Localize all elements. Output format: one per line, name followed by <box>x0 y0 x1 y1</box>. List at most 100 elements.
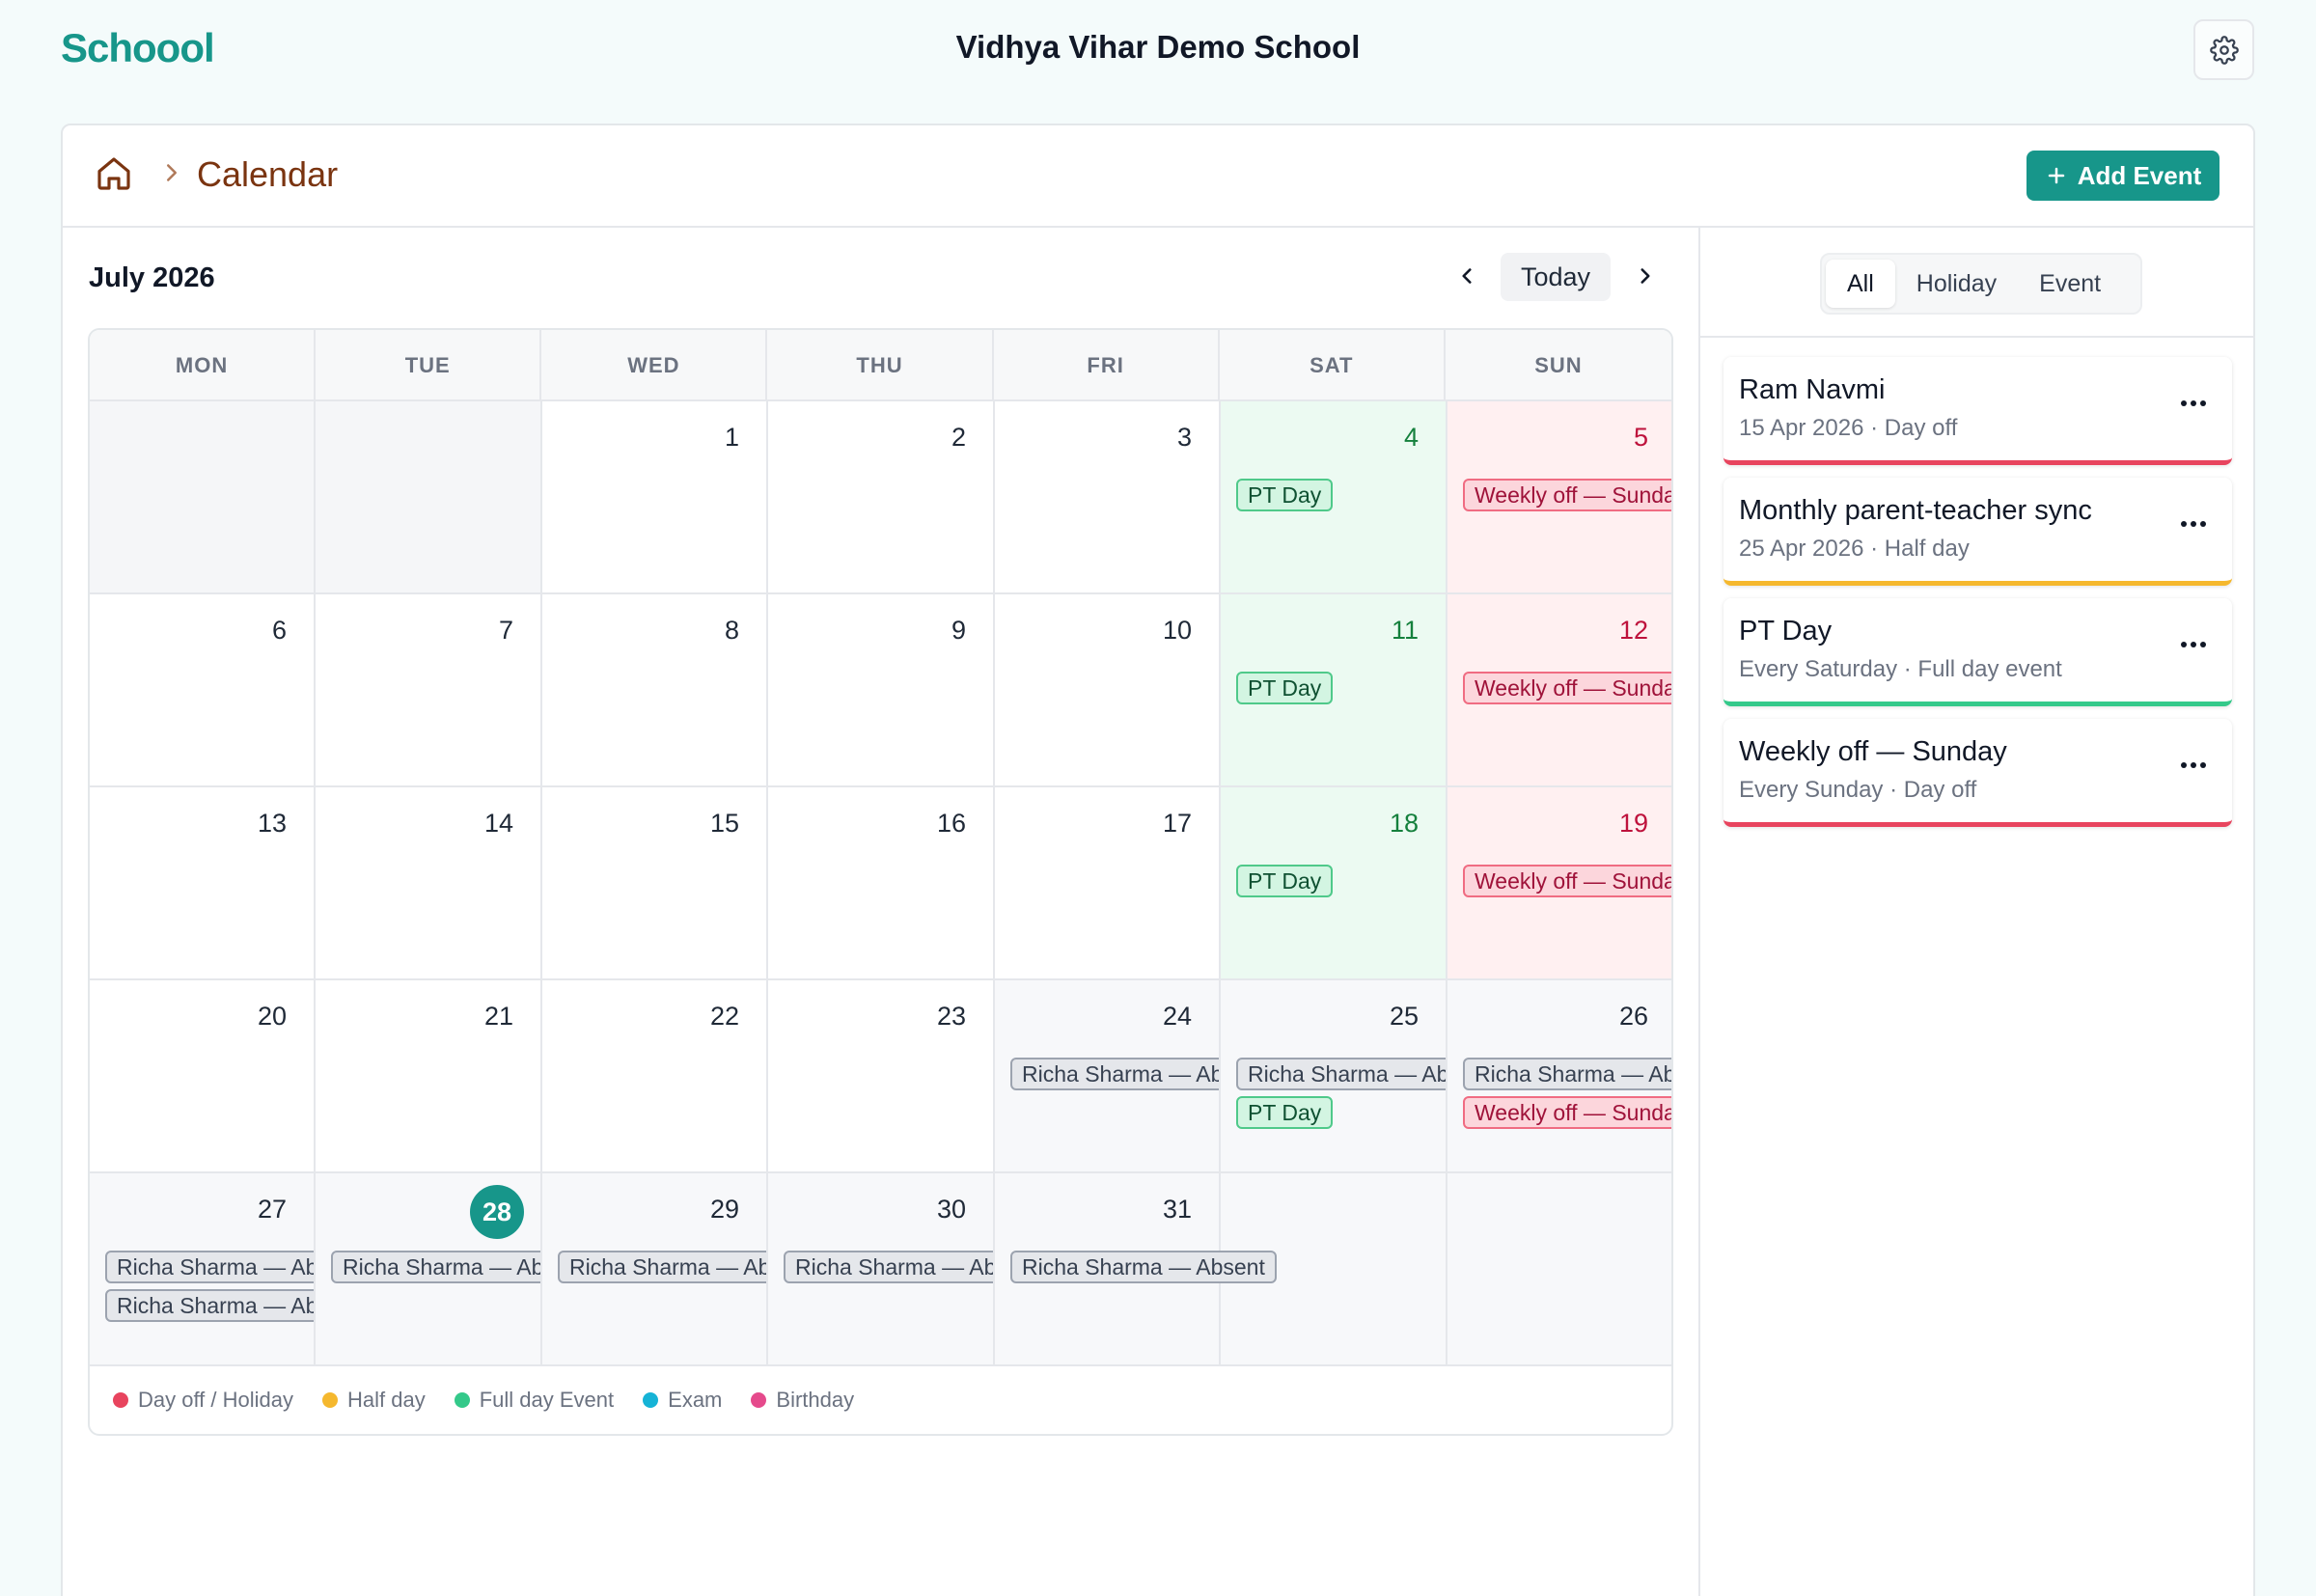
legend-item: Exam <box>643 1388 722 1413</box>
event-pill[interactable]: Richa Sharma — Ab <box>331 1251 540 1283</box>
more-options-icon[interactable] <box>2176 633 2211 656</box>
event-pill[interactable]: Richa Sharma — Ab <box>558 1251 766 1283</box>
month-title: July 2026 <box>89 262 215 293</box>
more-options-icon[interactable] <box>2176 512 2211 536</box>
day-number: 1 <box>724 423 739 452</box>
event-pill[interactable]: Richa Sharma — Ab <box>784 1251 993 1283</box>
day-number: 6 <box>271 616 287 645</box>
event-card[interactable]: Monthly parent-teacher sync 25 Apr 2026 … <box>1723 478 2232 586</box>
day-cell[interactable]: 3 <box>995 401 1221 594</box>
day-cell[interactable]: 29 Richa Sharma — Ab <box>542 1173 768 1366</box>
day-cell-today[interactable]: 28 Richa Sharma — Ab <box>316 1173 542 1366</box>
day-cell[interactable]: 26 Richa Sharma — Ab Weekly off — Sunda <box>1448 980 1671 1173</box>
day-cell[interactable]: 12 Weekly off — Sunda <box>1448 594 1671 787</box>
event-pill[interactable]: PT Day <box>1236 479 1334 511</box>
day-cell[interactable]: 9 <box>768 594 995 787</box>
event-pill[interactable]: Richa Sharma — Ab <box>1463 1058 1671 1090</box>
event-title: Monthly parent-teacher sync <box>1739 495 2092 526</box>
weekday-wed: WED <box>541 330 768 401</box>
event-pill[interactable]: Richa Sharma — Ab <box>105 1251 314 1283</box>
day-cell[interactable]: 15 <box>542 787 768 980</box>
day-number: 2 <box>951 423 966 452</box>
legend-item: Full day Event <box>454 1388 615 1413</box>
day-cell[interactable]: 19 Weekly off — Sunda <box>1448 787 1671 980</box>
day-number: 18 <box>1389 809 1419 838</box>
legend-label: Full day Event <box>479 1388 615 1412</box>
event-pill[interactable]: Richa Sharma — Ab <box>105 1289 314 1322</box>
day-number: 3 <box>1176 423 1192 452</box>
day-cell[interactable]: 2 <box>768 401 995 594</box>
event-pill[interactable]: Richa Sharma — Absent <box>1010 1251 1277 1283</box>
day-cell[interactable]: 30 Richa Sharma — Ab <box>768 1173 995 1366</box>
event-pill[interactable]: PT Day <box>1236 865 1334 897</box>
day-cell[interactable]: 22 <box>542 980 768 1173</box>
day-cell[interactable]: 13 <box>90 787 316 980</box>
day-cell[interactable]: 31 Richa Sharma — Absent <box>995 1173 1277 1366</box>
event-card[interactable]: Ram Navmi 15 Apr 2026 · Day off <box>1723 357 2232 465</box>
filter-all[interactable]: All <box>1826 260 1895 308</box>
day-cell[interactable]: 20 <box>90 980 316 1173</box>
day-cell[interactable]: 18 PT Day <box>1221 787 1448 980</box>
day-number: 7 <box>498 616 513 645</box>
day-cell[interactable]: 4 PT Day <box>1221 401 1448 594</box>
next-month-button[interactable] <box>1624 255 1667 297</box>
day-number: 20 <box>257 1002 287 1031</box>
day-number: 5 <box>1633 423 1648 452</box>
day-number: 17 <box>1162 809 1192 838</box>
weekday-fri: FRI <box>994 330 1220 401</box>
day-cell[interactable]: 5 Weekly off — Sunda <box>1448 401 1671 594</box>
settings-button[interactable] <box>2193 19 2254 80</box>
more-options-icon[interactable] <box>2176 392 2211 415</box>
day-cell[interactable]: 8 <box>542 594 768 787</box>
add-event-button[interactable]: Add Event <box>2026 151 2220 201</box>
legend-label: Day off / Holiday <box>138 1388 294 1412</box>
event-pill[interactable]: Weekly off — Sunda <box>1463 672 1671 704</box>
day-cell[interactable]: 17 <box>995 787 1221 980</box>
event-pill[interactable]: Richa Sharma — Ab <box>1010 1058 1219 1090</box>
day-cell[interactable]: 7 <box>316 594 542 787</box>
event-pill[interactable]: Richa Sharma — Ab <box>1236 1058 1446 1090</box>
day-cell-empty <box>90 401 316 594</box>
today-button[interactable]: Today <box>1501 253 1611 301</box>
event-title: PT Day <box>1739 616 1833 647</box>
event-pill[interactable]: Weekly off — Sunda <box>1463 1096 1671 1129</box>
day-cell[interactable]: 25 Richa Sharma — Ab PT Day <box>1221 980 1448 1173</box>
filter-event[interactable]: Event <box>2018 260 2122 308</box>
event-pill[interactable]: Weekly off — Sunda <box>1463 865 1671 897</box>
event-card[interactable]: PT Day Every Saturday · Full day event <box>1723 598 2232 706</box>
event-subtitle: 15 Apr 2026 · Day off <box>1739 415 1958 441</box>
day-cell[interactable]: 24 Richa Sharma — Ab <box>995 980 1221 1173</box>
plus-icon <box>2048 167 2064 184</box>
more-options-icon[interactable] <box>2176 754 2211 777</box>
day-cell[interactable]: 11 PT Day <box>1221 594 1448 787</box>
day-cell[interactable]: 16 <box>768 787 995 980</box>
day-number: 15 <box>709 809 739 838</box>
previous-month-button[interactable] <box>1446 255 1488 297</box>
chevron-right-icon <box>1640 268 1650 284</box>
event-pill[interactable]: PT Day <box>1236 672 1334 704</box>
day-number: 31 <box>1162 1195 1192 1224</box>
event-pill[interactable]: Weekly off — Sunda <box>1463 479 1671 511</box>
legend-dot <box>751 1392 767 1408</box>
filter-holiday[interactable]: Holiday <box>1895 260 2018 308</box>
day-cell[interactable]: 23 <box>768 980 995 1173</box>
legend-item: Day off / Holiday <box>113 1388 293 1413</box>
top-bar: Schoool Vidhya Vihar Demo School <box>0 0 2316 100</box>
day-number: 12 <box>1618 616 1648 645</box>
legend-dot <box>454 1392 470 1408</box>
legend-item: Birthday <box>751 1388 854 1413</box>
day-cell[interactable]: 1 <box>542 401 768 594</box>
day-cell[interactable]: 10 <box>995 594 1221 787</box>
day-cell[interactable]: 6 <box>90 594 316 787</box>
day-cell[interactable]: 21 <box>316 980 542 1173</box>
chevron-right-icon <box>167 164 177 181</box>
event-filter: All Holiday Event <box>1820 253 2142 315</box>
day-number: 27 <box>257 1195 287 1224</box>
day-cell[interactable]: 14 <box>316 787 542 980</box>
day-cell[interactable]: 27 Richa Sharma — Ab Richa Sharma — Ab <box>90 1173 316 1366</box>
event-card[interactable]: Weekly off — Sunday Every Sunday · Day o… <box>1723 719 2232 827</box>
day-number: 24 <box>1162 1002 1192 1031</box>
event-pill[interactable]: PT Day <box>1236 1096 1334 1129</box>
home-icon[interactable] <box>95 154 133 193</box>
day-number: 21 <box>483 1002 513 1031</box>
